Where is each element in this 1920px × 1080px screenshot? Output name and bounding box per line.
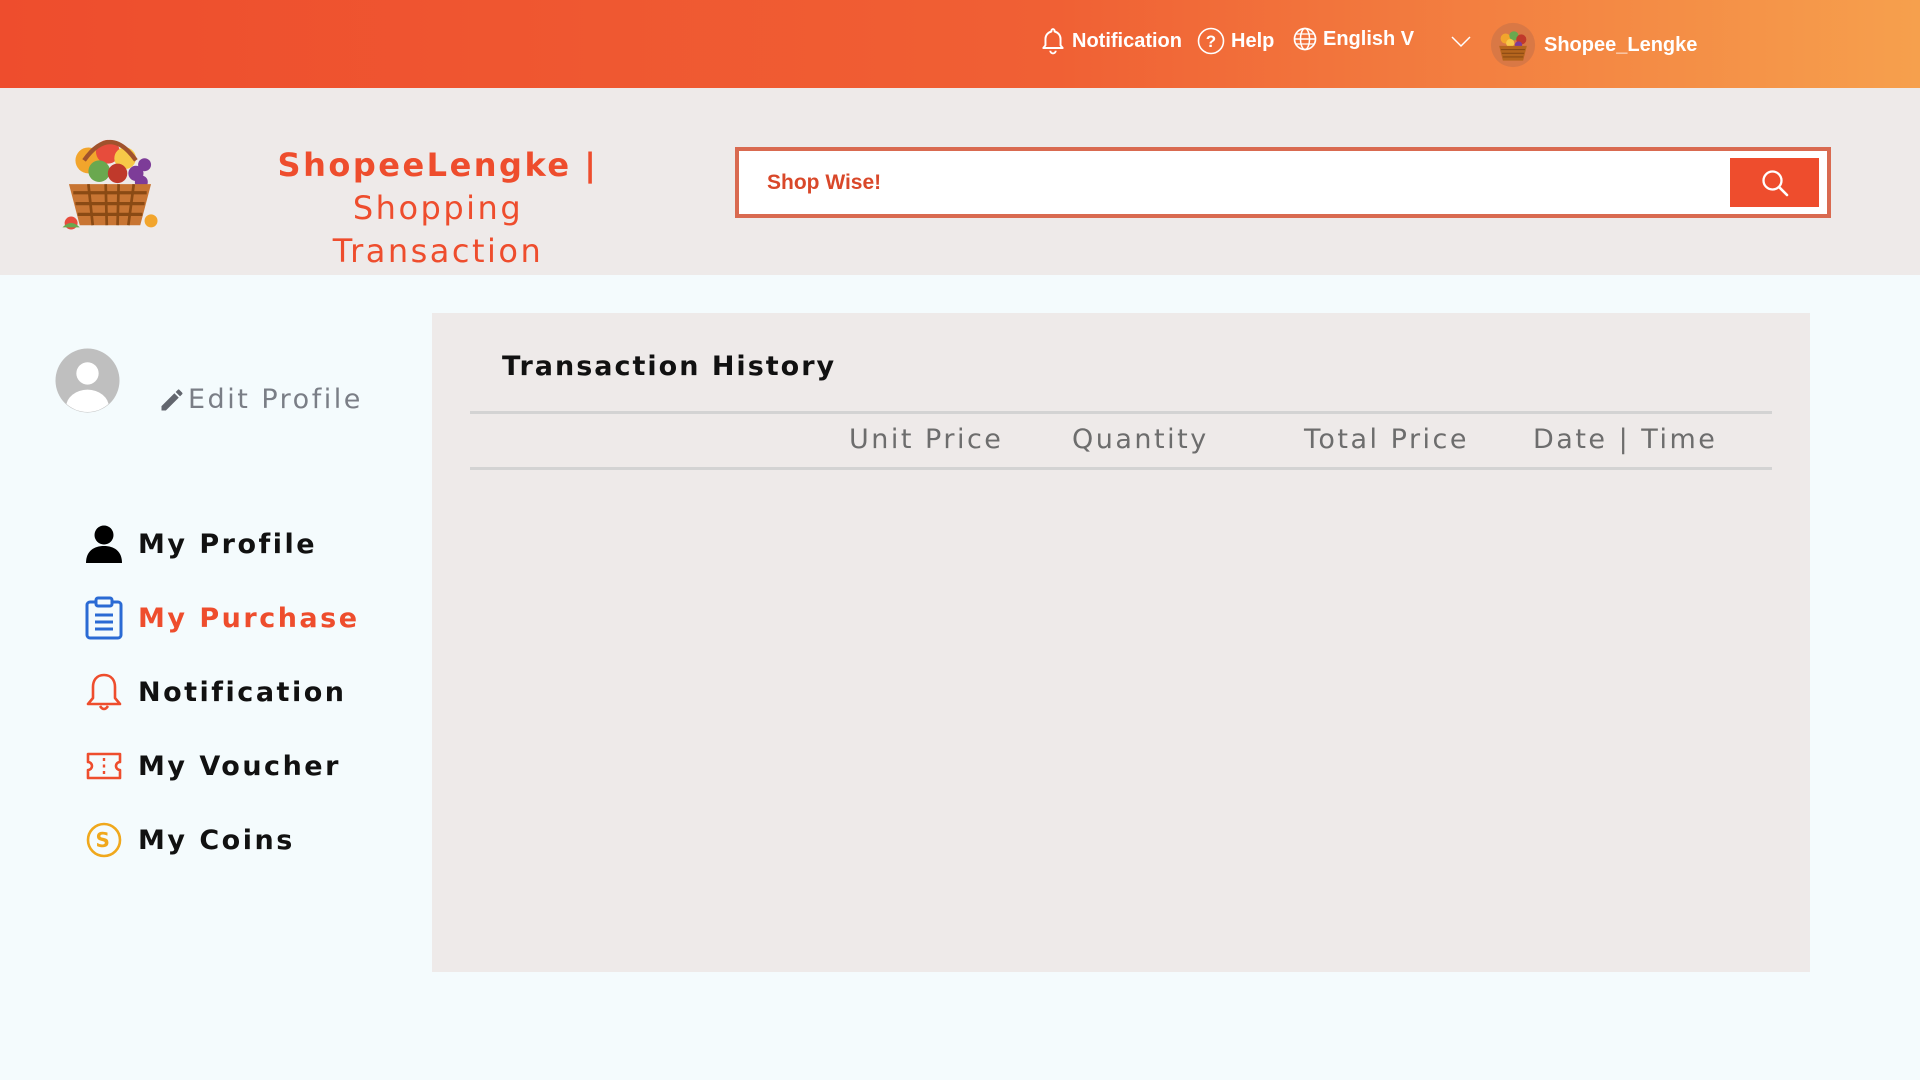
search-input[interactable] (765, 165, 1665, 201)
table-header-divider-top (470, 411, 1772, 414)
topbar-notification-link[interactable]: Notification (1040, 27, 1182, 55)
page-title-line2: Transaction (332, 232, 544, 270)
language-label: English V (1323, 27, 1415, 50)
ticket-icon (84, 744, 124, 788)
clipboard-icon (84, 596, 124, 640)
sidebar-item-notification[interactable]: Notification (84, 670, 346, 714)
sidebar-item-label: My Voucher (138, 750, 341, 782)
topbar-help-link[interactable]: ? Help (1197, 27, 1274, 55)
edit-profile-label: Edit Profile (188, 384, 363, 415)
user-account-menu[interactable]: Shopee_Lengke (1490, 22, 1697, 68)
topbar-notification-label: Notification (1072, 29, 1182, 52)
table-header-divider-bottom (470, 467, 1772, 470)
column-header-date-time: Date | Time (1533, 424, 1718, 455)
topbar-help-label: Help (1231, 29, 1275, 52)
page-title: Transaction History (502, 351, 837, 382)
user-icon (84, 522, 124, 566)
brand-name: ShopeeLengke (277, 146, 572, 184)
sidebar-item-my-coins[interactable]: S My Coins (84, 818, 295, 862)
globe-icon (1293, 27, 1317, 51)
transaction-history-panel: Transaction History Unit Price Quantity … (432, 313, 1810, 972)
search-bar (735, 147, 1831, 218)
language-selector[interactable]: English V (1293, 27, 1414, 51)
column-header-total-price: Total Price (1304, 424, 1470, 455)
svg-text:?: ? (1206, 32, 1216, 51)
coin-icon: S (84, 818, 124, 862)
sidebar-item-my-purchase[interactable]: My Purchase (84, 596, 360, 640)
svg-text:S: S (96, 828, 113, 852)
bell-icon (84, 670, 124, 714)
pencil-icon (161, 388, 183, 410)
search-icon (1761, 169, 1788, 196)
avatar[interactable] (55, 348, 120, 413)
search-button[interactable] (1730, 158, 1819, 207)
sidebar-item-my-voucher[interactable]: My Voucher (84, 744, 341, 788)
sidebar-item-label: My Purchase (138, 602, 360, 634)
fruit-basket-logo[interactable] (56, 128, 164, 236)
help-icon: ? (1197, 27, 1225, 55)
sidebar-item-my-profile[interactable]: My Profile (84, 522, 317, 566)
bell-icon (1042, 28, 1064, 55)
column-header-unit-price: Unit Price (849, 424, 1004, 455)
site-header: ShopeeLengke | Shopping Transaction (0, 88, 1920, 275)
sidebar-item-label: Notification (138, 676, 347, 708)
page-title-line1: Shopping (352, 189, 524, 227)
column-header-quantity: Quantity (1072, 424, 1209, 455)
sidebar-item-label: My Coins (138, 824, 295, 856)
username-label: Shopee_Lengke (1544, 33, 1698, 56)
chevron-down-icon (1451, 36, 1471, 48)
user-avatar-basket-icon (1490, 22, 1536, 68)
sidebar-item-label: My Profile (138, 528, 318, 560)
brand-separator: | (584, 146, 599, 184)
brand-title: ShopeeLengke | Shopping Transaction (208, 144, 668, 273)
edit-profile-link[interactable]: Edit Profile (158, 384, 363, 415)
top-bar: Notification ? Help English V Shopee_Len… (0, 0, 1920, 88)
account-dropdown-toggle[interactable] (1450, 34, 1478, 48)
